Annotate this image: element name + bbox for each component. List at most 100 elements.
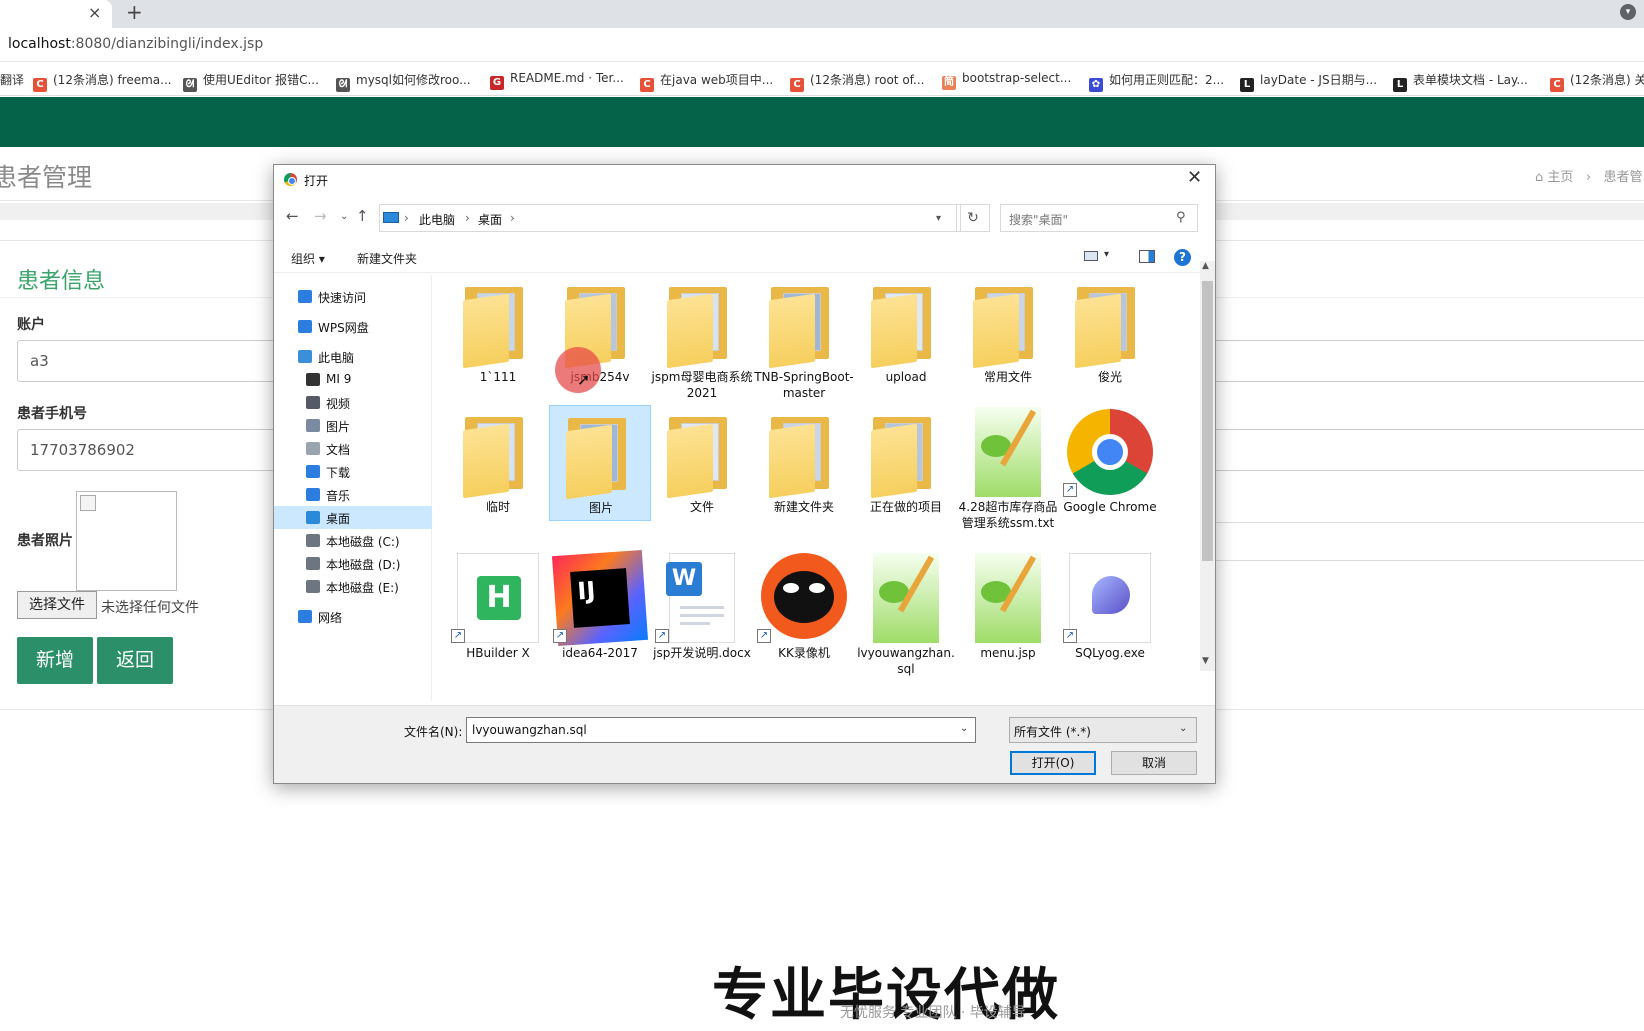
nav-item[interactable]: 文档 xyxy=(274,437,432,460)
path-segment-this-pc[interactable]: 此电脑 xyxy=(419,211,455,228)
open-button[interactable]: 打开(O) xyxy=(1010,751,1096,775)
bookmark-favicon-icon: L xyxy=(1393,78,1407,92)
recent-chevron-icon[interactable]: ⌄ xyxy=(340,211,348,222)
browser-tab-active[interactable]: × xyxy=(0,0,112,28)
nav-item[interactable]: 音乐 xyxy=(274,483,432,506)
file-item[interactable]: 正在做的项目 xyxy=(855,405,957,521)
search-input[interactable]: 搜索"桌面" xyxy=(1000,204,1198,232)
nav-item[interactable]: 下载 xyxy=(274,460,432,483)
filename-dropdown-icon[interactable]: ⌄ xyxy=(960,723,968,734)
nav-item[interactable]: 本地磁盘 (C:) xyxy=(274,529,432,552)
nav-item[interactable]: 桌面 xyxy=(274,506,432,529)
bookmark-item[interactable]: 翻译 xyxy=(0,71,24,88)
preview-pane-icon[interactable] xyxy=(1139,250,1155,263)
path-chevron-icon[interactable]: › xyxy=(404,211,409,225)
path-chevron-icon[interactable]: › xyxy=(510,211,515,225)
file-item[interactable]: 俊光 xyxy=(1059,275,1161,391)
bookmark-item[interactable]: L 表单模块文档 - Lay... xyxy=(1393,71,1528,92)
file-item[interactable]: W ↗ jsp开发说明.docx xyxy=(651,551,753,667)
sqlyog-dolphin-icon xyxy=(1069,553,1151,643)
file-item[interactable]: ↗ Google Chrome xyxy=(1059,405,1161,521)
new-folder-button[interactable]: 新建文件夹 xyxy=(357,250,417,267)
bookmark-favicon-icon: L xyxy=(1240,78,1254,92)
file-name: lvyouwangzhan.sql xyxy=(857,646,955,676)
path-dropdown-icon[interactable]: ▾ xyxy=(936,213,941,224)
vertical-scrollbar[interactable]: ▲ ▼ xyxy=(1200,261,1215,671)
bookmark-item[interactable]: C 在java web项目中... xyxy=(640,71,773,92)
tab-close-icon[interactable]: × xyxy=(88,3,101,22)
file-item[interactable]: 图片 xyxy=(549,405,651,521)
path-segment-desktop[interactable]: 桌面 xyxy=(478,211,502,228)
bookmark-item[interactable]: C (12条消息) 关 xyxy=(1550,71,1644,92)
bookmark-item[interactable]: ᘛ 使用UEditor 报错C... xyxy=(183,71,319,92)
file-item[interactable]: upload xyxy=(855,275,957,391)
help-icon[interactable]: ? xyxy=(1174,249,1191,266)
file-name: 4.28超市库存商品管理系统ssm.txt xyxy=(958,500,1058,530)
bookmark-item[interactable]: ✿ 如何用正则匹配：2... xyxy=(1089,71,1224,92)
refresh-icon[interactable]: ↻ xyxy=(956,204,990,232)
back-button[interactable]: 返回 xyxy=(97,637,173,684)
nav-item[interactable]: 本地磁盘 (D:) xyxy=(274,552,432,575)
nav-item[interactable]: 快速访问 xyxy=(274,285,432,308)
address-bar[interactable]: localhost:8080/dianzibingli/index.jsp xyxy=(0,28,1644,62)
forward-arrow-icon[interactable]: → xyxy=(314,207,327,225)
breadcrumb-home[interactable]: 主页 xyxy=(1547,170,1573,185)
bookmark-item[interactable]: LlayDate - JS日期与... xyxy=(1240,71,1377,92)
new-tab-button[interactable]: + xyxy=(126,0,143,24)
file-item[interactable]: menu.jsp xyxy=(957,551,1059,667)
bookmark-item[interactable]: 简 bootstrap-select... xyxy=(942,71,1071,90)
tab-search-icon[interactable]: ▾ xyxy=(1620,4,1636,20)
file-item[interactable]: 4.28超市库存商品管理系统ssm.txt xyxy=(957,405,1059,530)
nav-item[interactable]: 图片 xyxy=(274,414,432,437)
file-item[interactable]: 新建文件夹 xyxy=(753,405,855,521)
scroll-up-icon[interactable]: ▲ xyxy=(1202,261,1209,271)
add-button[interactable]: 新增 xyxy=(17,637,93,684)
filename-input[interactable]: lvyouwangzhan.sql xyxy=(466,717,976,743)
bookmark-favicon-icon: C xyxy=(790,78,804,92)
cancel-button[interactable]: 取消 xyxy=(1111,751,1197,775)
nav-item[interactable]: MI 9 xyxy=(274,368,432,391)
scroll-down-icon[interactable]: ▼ xyxy=(1202,656,1209,666)
path-chevron-icon[interactable]: › xyxy=(465,211,470,225)
nav-item[interactable]: 此电脑 xyxy=(274,345,432,368)
file-name: 文件 xyxy=(689,500,714,514)
file-item[interactable]: jspm母婴电商系统2021 xyxy=(651,275,753,400)
bookmark-label: README.md · Ter... xyxy=(510,71,624,85)
dialog-footer: 文件名(N): lvyouwangzhan.sql ⌄ 所有文件 (*.*) ⌄… xyxy=(274,705,1215,783)
choose-file-button[interactable]: 选择文件 xyxy=(17,591,97,619)
nav-item-label: 本地磁盘 (D:) xyxy=(326,558,401,572)
file-item[interactable]: 临时 xyxy=(447,405,549,521)
file-item[interactable]: 文件 xyxy=(651,405,753,521)
scroll-thumb[interactable] xyxy=(1202,281,1213,561)
search-icon[interactable]: ⚲ xyxy=(1176,210,1186,225)
nav-item[interactable]: WPS网盘 xyxy=(274,315,432,338)
file-item[interactable]: IJ ↗ idea64-2017 xyxy=(549,549,651,667)
bookmark-item[interactable]: C (12条消息) freema... xyxy=(33,71,172,92)
browser-tab-strip: × + ▾ xyxy=(0,0,1644,28)
file-type-dropdown-icon[interactable]: ⌄ xyxy=(1179,723,1187,734)
file-item[interactable]: TNB-SpringBoot-master xyxy=(753,275,855,400)
back-arrow-icon[interactable]: ← xyxy=(286,207,299,225)
view-mode-icon[interactable] xyxy=(1084,251,1098,261)
bookmark-item[interactable]: C (12条消息) root of... xyxy=(790,71,924,92)
nav-item[interactable]: 本地磁盘 (E:) xyxy=(274,575,432,598)
file-type-select[interactable]: 所有文件 (*.*) xyxy=(1009,717,1197,743)
url-text[interactable]: localhost:8080/dianzibingli/index.jsp xyxy=(8,36,263,52)
bookmark-item[interactable]: ᘛ mysql如何修改roo... xyxy=(336,71,471,92)
view-dropdown-icon[interactable]: ▾ xyxy=(1104,249,1109,260)
path-bar[interactable]: › 此电脑 › 桌面 › ▾ xyxy=(379,204,961,232)
file-name: HBuilder X xyxy=(466,646,530,660)
file-item[interactable]: ↗ KK录像机 xyxy=(753,551,855,667)
bookmark-item[interactable]: G README.md · Ter... xyxy=(490,71,624,90)
file-item[interactable]: 常用文件 xyxy=(957,275,1059,391)
file-item[interactable]: 1`111 xyxy=(447,275,549,391)
file-item[interactable]: lvyouwangzhan.sql xyxy=(855,551,957,676)
home-icon[interactable]: ⌂ xyxy=(1535,170,1543,185)
nav-item[interactable]: 视频 xyxy=(274,391,432,414)
organize-menu[interactable]: 组织 ▾ xyxy=(291,250,325,267)
nav-item[interactable]: 网络 xyxy=(274,605,432,628)
file-item[interactable]: ↗ SQLyog.exe xyxy=(1059,551,1161,667)
up-arrow-icon[interactable]: ↑ xyxy=(356,207,369,225)
dialog-close-button[interactable]: ✕ xyxy=(1187,167,1202,188)
file-item[interactable]: H ↗ HBuilder X xyxy=(447,551,549,667)
